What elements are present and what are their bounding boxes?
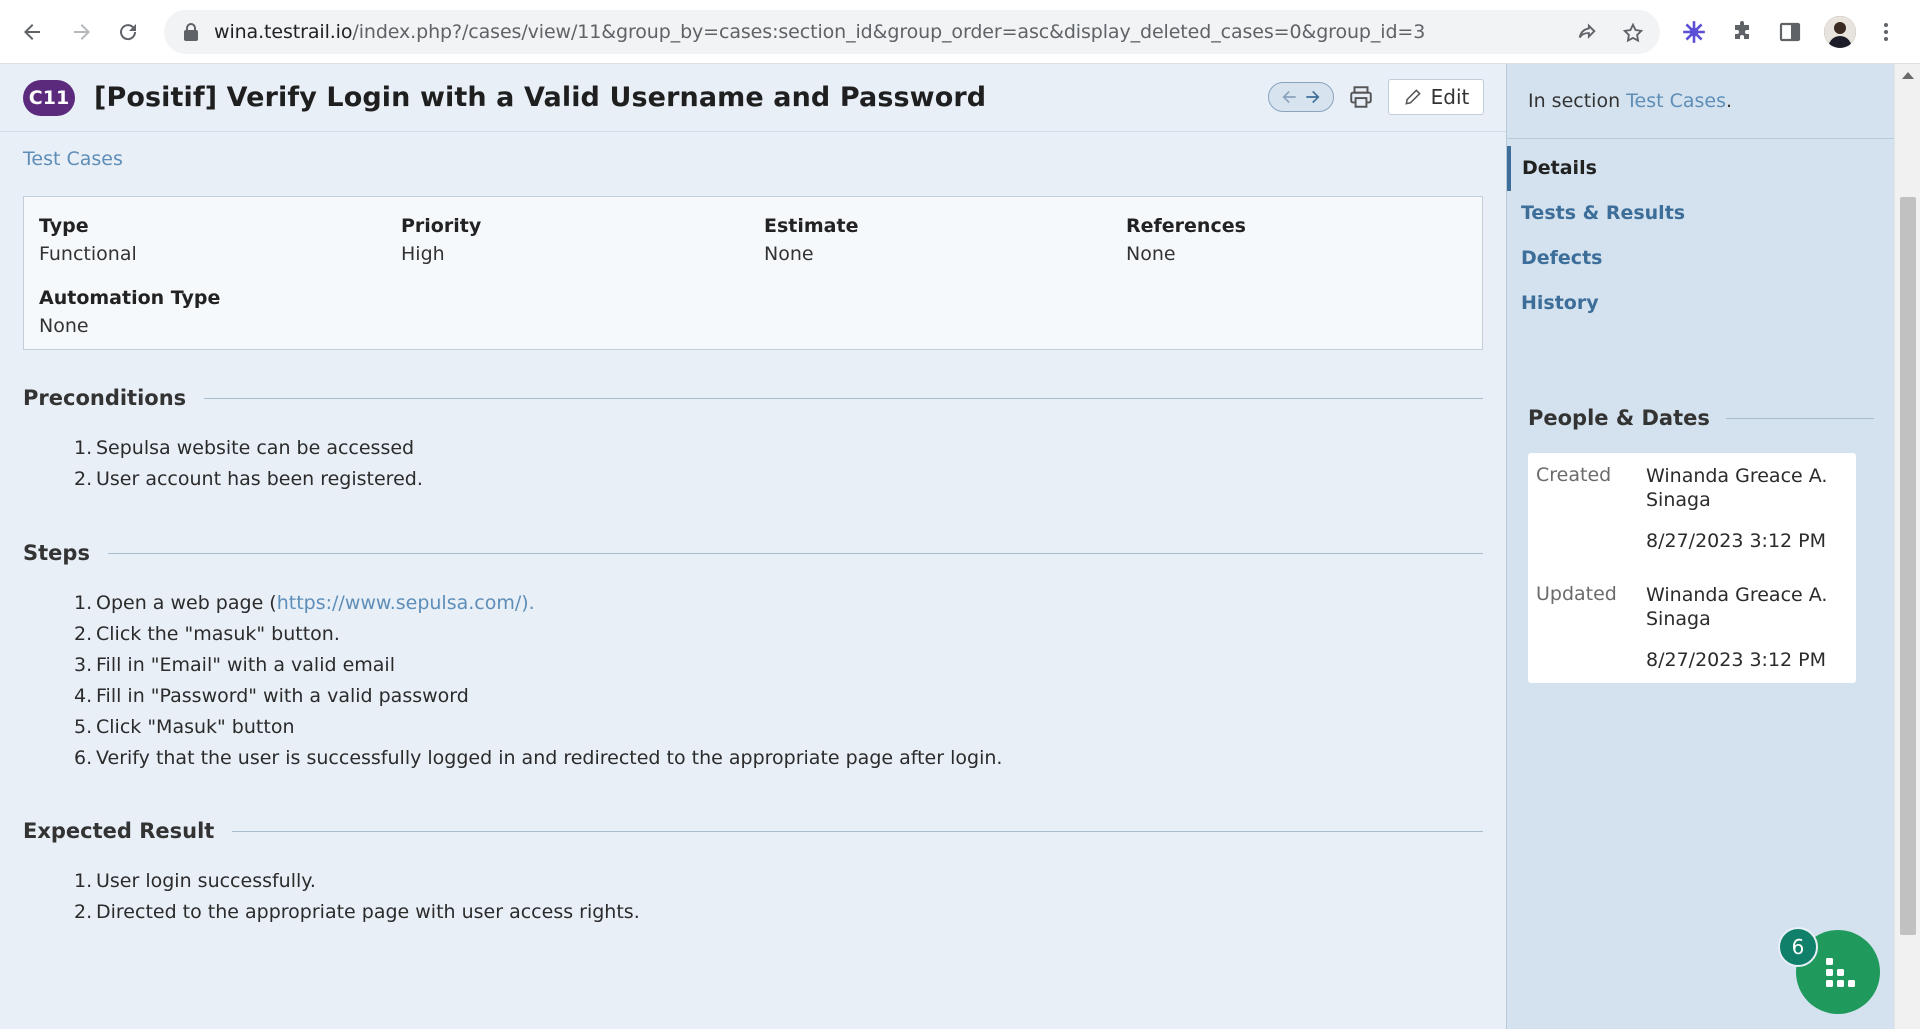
sidebar-item-history[interactable]: History xyxy=(1507,281,1895,326)
reload-icon xyxy=(120,24,137,41)
back-button[interactable] xyxy=(14,14,50,50)
lock-icon xyxy=(184,23,198,41)
updated-label: Updated xyxy=(1536,583,1617,605)
list-item: 1. Sepulsa website can be accessed xyxy=(74,437,415,459)
profile-avatar[interactable] xyxy=(1824,16,1856,48)
field-type-label: Type xyxy=(39,215,89,237)
forward-button[interactable] xyxy=(64,14,100,50)
browser-toolbar: wina.testrail.io/index.php?/cases/view/1… xyxy=(0,0,1920,64)
section-link[interactable]: Test Cases xyxy=(1626,90,1726,112)
edit-button-label: Edit xyxy=(1430,85,1470,109)
sidebar-item-details[interactable]: Details xyxy=(1507,146,1895,191)
people-dates-heading: People & Dates xyxy=(1528,404,1874,432)
section-divider xyxy=(204,397,1483,399)
scrollbar-thumb[interactable] xyxy=(1900,197,1916,935)
address-bar[interactable]: wina.testrail.io/index.php?/cases/view/1… xyxy=(164,10,1660,54)
step-link[interactable]: https://www.sepulsa.com/). xyxy=(277,592,535,614)
people-dates-panel: Created Winanda Greace A. Sinaga 8/27/20… xyxy=(1528,453,1856,683)
url-host: wina.testrail.io xyxy=(214,21,353,43)
steps-heading-text: Steps xyxy=(23,541,90,565)
created-by: Winanda Greace A. Sinaga xyxy=(1646,465,1828,511)
star-icon[interactable] xyxy=(1620,20,1646,46)
printer-icon xyxy=(1350,86,1372,108)
list-item: 3. Fill in "Email" with a valid email xyxy=(74,654,395,676)
field-type-value: Functional xyxy=(39,243,137,265)
list-item: 2. User account has been registered. xyxy=(74,468,423,490)
sidebar-item-tests-results[interactable]: Tests & Results xyxy=(1507,191,1895,236)
list-item: 6. Verify that the user is successfully l… xyxy=(74,747,1003,769)
url-path: /index.php?/cases/view/11&group_by=cases… xyxy=(352,21,1426,43)
arrow-right-icon xyxy=(74,24,90,40)
list-item: 2. Directed to the appropriate page with … xyxy=(74,901,640,923)
expected-result-list: 1. User login successfully. 2. Directed to… xyxy=(74,866,640,928)
section-divider xyxy=(107,552,1483,554)
extensions-puzzle-icon[interactable] xyxy=(1728,18,1756,46)
next-case-icon[interactable] xyxy=(1303,87,1323,107)
case-sidebar: In section Test Cases. Details Tests & R… xyxy=(1506,64,1895,1029)
case-fields-panel: Type Functional Priority High Estimate N… xyxy=(23,196,1483,350)
breadcrumb[interactable]: Test Cases xyxy=(23,148,123,170)
field-priority-value: High xyxy=(401,243,445,265)
case-id-badge: C11 xyxy=(23,80,75,116)
pencil-icon xyxy=(1405,89,1421,105)
case-header: C11 [Positif] Verify Login with a Valid … xyxy=(0,64,1506,132)
page-title: [Positif] Verify Login with a Valid User… xyxy=(94,82,987,113)
notification-count-badge: 6 xyxy=(1778,927,1818,967)
updated-by: Winanda Greace A. Sinaga xyxy=(1646,584,1828,630)
case-main-content: C11 [Positif] Verify Login with a Valid … xyxy=(0,64,1506,1029)
arrow-left-icon xyxy=(24,24,40,40)
field-priority-label: Priority xyxy=(401,215,482,237)
list-item: 2. Click the "masuk" button. xyxy=(74,623,340,645)
field-priority: Priority High xyxy=(401,215,481,265)
print-button[interactable] xyxy=(1346,82,1376,112)
field-estimate: Estimate None xyxy=(764,215,858,265)
previous-case-icon[interactable] xyxy=(1279,87,1299,107)
section-divider xyxy=(232,830,1483,832)
scroll-up-arrow-icon[interactable] xyxy=(1902,72,1914,79)
case-pager xyxy=(1268,82,1334,112)
browser-menu-icon[interactable] xyxy=(1872,18,1900,46)
steps-heading: Steps xyxy=(23,539,1483,567)
sidebar-divider xyxy=(1507,138,1895,139)
list-item: 1. Open a web page (https://www.sepulsa.c… xyxy=(74,592,535,614)
section-divider xyxy=(1725,417,1874,419)
preconditions-list: 1. Sepulsa website can be accessed 2. User… xyxy=(74,433,423,495)
sidebar-nav: Details Tests & Results Defects History xyxy=(1507,146,1895,326)
field-references-label: References xyxy=(1126,215,1246,237)
preconditions-heading-text: Preconditions xyxy=(23,386,187,410)
field-estimate-label: Estimate xyxy=(764,215,859,237)
field-type: Type Functional xyxy=(39,215,137,265)
expected-result-heading: Expected Result xyxy=(23,817,1483,845)
list-item: 1. User login successfully. xyxy=(74,870,316,892)
edit-button[interactable]: Edit xyxy=(1388,79,1484,115)
page-scrollbar[interactable] xyxy=(1894,64,1920,1029)
field-automation-type: Automation Type None xyxy=(39,287,220,337)
in-section-text: In section Test Cases. xyxy=(1528,90,1733,112)
address-url: wina.testrail.io/index.php?/cases/view/1… xyxy=(214,21,1425,43)
field-automation-type-label: Automation Type xyxy=(39,287,221,309)
list-item: 4. Fill in "Password" with a valid passwo… xyxy=(74,685,469,707)
steps-list: 1. Open a web page (https://www.sepulsa.c… xyxy=(74,588,1002,774)
field-automation-type-value: None xyxy=(39,315,89,337)
extension-snowflake-icon[interactable] xyxy=(1680,18,1708,46)
field-estimate-value: None xyxy=(764,243,814,265)
field-references-value: None xyxy=(1126,243,1176,265)
side-panel-icon[interactable] xyxy=(1776,18,1804,46)
expected-result-heading-text: Expected Result xyxy=(23,819,215,843)
preconditions-heading: Preconditions xyxy=(23,384,1483,412)
created-label: Created xyxy=(1536,464,1612,486)
people-dates-heading-text: People & Dates xyxy=(1528,406,1710,430)
reload-button[interactable] xyxy=(110,14,146,50)
sidebar-item-defects[interactable]: Defects xyxy=(1507,236,1895,281)
list-item: 5. Click "Masuk" button xyxy=(74,716,295,738)
widget-grid-icon xyxy=(1826,958,1855,987)
created-date: 8/27/2023 3:12 PM xyxy=(1646,530,1827,552)
updated-date: 8/27/2023 3:12 PM xyxy=(1646,649,1827,671)
share-icon[interactable] xyxy=(1574,20,1600,46)
field-references: References None xyxy=(1126,215,1246,265)
